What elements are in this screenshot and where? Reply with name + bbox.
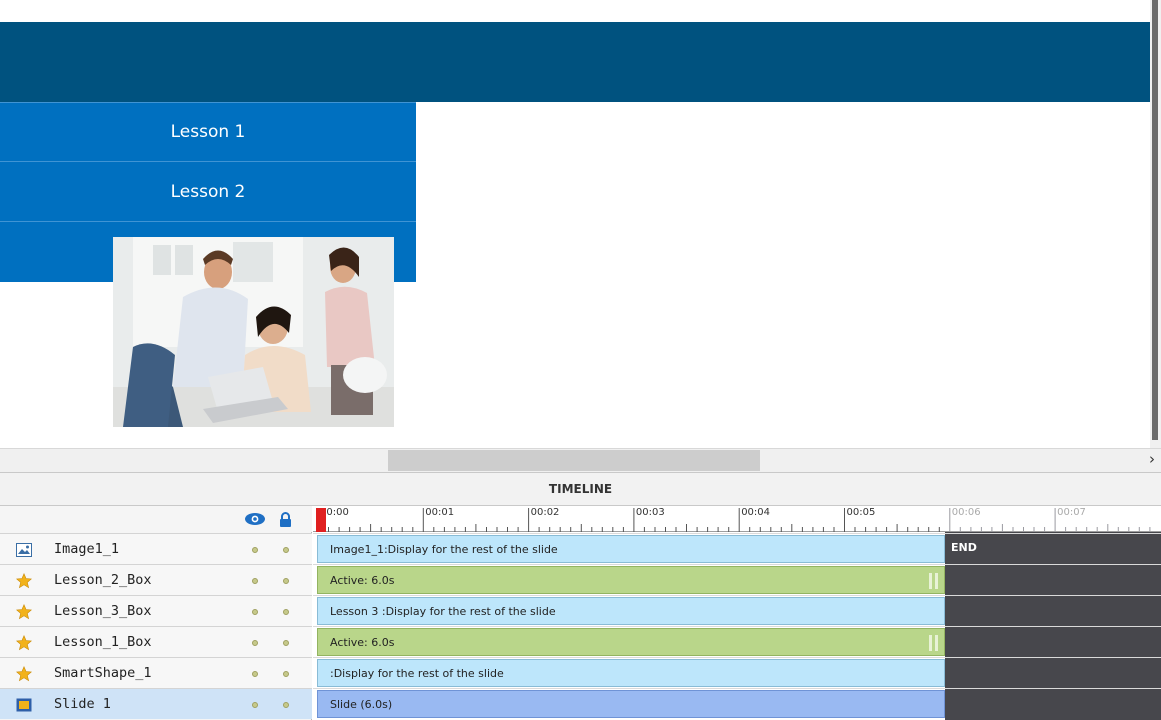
pause-handle-icon[interactable]: [929, 635, 938, 651]
layer-row[interactable]: Slide 1: [0, 688, 312, 719]
horizontal-scroll-thumb[interactable]: [388, 450, 760, 471]
timeline-bar[interactable]: Active: 6.0s: [317, 566, 945, 594]
layer-lock-toggle[interactable]: [283, 609, 289, 615]
office-team-photo[interactable]: [113, 237, 394, 427]
header-band[interactable]: [0, 22, 1150, 102]
layer-visibility-toggle[interactable]: [252, 702, 258, 708]
layer-visibility-toggle[interactable]: [252, 547, 258, 553]
timeline-track: Slide (6.0s): [313, 688, 1161, 719]
vertical-scroll-thumb[interactable]: [1152, 0, 1158, 440]
lesson-2-button[interactable]: Lesson 2: [0, 162, 416, 222]
star-icon: [15, 666, 33, 682]
timeline-track-area[interactable]: 00:00 00:01 00:02 00:03 00:04 00:05 00:06 00:07…: [313, 506, 1161, 720]
layer-name: Lesson_1_Box: [54, 634, 152, 650]
lock-icon[interactable]: [279, 512, 292, 527]
ruler-tick-label: 00:03: [635, 507, 665, 518]
horizontal-scrollbar[interactable]: ›: [0, 448, 1161, 472]
visibility-eye-icon[interactable]: [244, 512, 266, 526]
star-icon: [15, 573, 33, 589]
timeline-bar-label: :Display for the rest of the slide: [330, 667, 504, 680]
layer-name: SmartShape_1: [54, 665, 152, 681]
captivate-editor: Lesson 1 Lesson 2 › TIMELINE Image1_1 Le…: [0, 0, 1161, 720]
layer-visibility-toggle[interactable]: [252, 578, 258, 584]
timeline-track: Active: 6.0s: [313, 564, 1161, 595]
timeline-bar[interactable]: Active: 6.0s: [317, 628, 945, 656]
timeline-bar-label: Slide (6.0s): [330, 698, 393, 711]
layer-lock-toggle[interactable]: [283, 702, 289, 708]
star-icon: [15, 635, 33, 651]
layer-visibility-toggle[interactable]: [252, 609, 258, 615]
layer-visibility-toggle[interactable]: [252, 640, 258, 646]
ruler-tick-label: 00:02: [530, 507, 560, 518]
playhead[interactable]: [316, 508, 326, 532]
star-icon: [15, 604, 33, 620]
timeline-bar-label: Active: 6.0s: [330, 636, 395, 649]
timeline-bar-label: Active: 6.0s: [330, 574, 395, 587]
timeline-track: :Display for the rest of the slide: [313, 657, 1161, 688]
layer-row[interactable]: Lesson_1_Box: [0, 626, 312, 657]
office-team-illustration: [113, 237, 394, 427]
layer-list-header: [0, 506, 312, 532]
layer-row[interactable]: Lesson_3_Box: [0, 595, 312, 626]
ruler-tick-label: 00:01: [425, 507, 455, 518]
timeline-body: Image1_1 Lesson_2_Box Lesson_3_Box Lesson_1…: [0, 506, 1161, 720]
vertical-scrollbar[interactable]: [1150, 0, 1161, 448]
ruler-tick-label: 00:05: [846, 507, 876, 518]
layer-row[interactable]: Image1_1: [0, 533, 312, 564]
image-icon: [16, 542, 32, 558]
ruler-tick-label: 00:04: [741, 507, 771, 518]
lesson-1-button[interactable]: Lesson 1: [0, 102, 416, 162]
timeline-bar-label: Image1_1:Display for the rest of the sli…: [330, 543, 558, 556]
layer-name: Lesson_2_Box: [54, 572, 152, 588]
layer-lock-toggle[interactable]: [283, 578, 289, 584]
timeline-title: TIMELINE: [548, 482, 613, 496]
timeline-track: Image1_1:Display for the rest of the sli…: [313, 533, 1161, 564]
scroll-right-icon[interactable]: ›: [1149, 450, 1155, 468]
layer-list: Image1_1 Lesson_2_Box Lesson_3_Box Lesson_1…: [0, 506, 312, 720]
layer-lock-toggle[interactable]: [283, 547, 289, 553]
slide-icon: [16, 697, 32, 713]
layer-lock-toggle[interactable]: [283, 640, 289, 646]
layer-name: Image1_1: [54, 541, 120, 557]
layer-visibility-toggle[interactable]: [252, 671, 258, 677]
layer-name: Lesson_3_Box: [54, 603, 152, 619]
time-ruler[interactable]: 00:00 00:01 00:02 00:03 00:04 00:05 00:06 00:07: [313, 506, 1161, 532]
layer-lock-toggle[interactable]: [283, 671, 289, 677]
timeline-bar[interactable]: Image1_1:Display for the rest of the sli…: [317, 535, 945, 563]
layer-row[interactable]: Lesson_2_Box: [0, 564, 312, 595]
timeline-bar[interactable]: :Display for the rest of the slide: [317, 659, 945, 687]
timeline-bar[interactable]: Slide (6.0s): [317, 690, 945, 718]
ruler-tick-label: 00:07: [1057, 507, 1086, 518]
layer-row[interactable]: SmartShape_1: [0, 657, 312, 688]
ruler-tick-label: 00:06: [951, 507, 981, 518]
timeline-bar-label: Lesson 3 :Display for the rest of the sl…: [330, 605, 556, 618]
timeline-track: Lesson 3 :Display for the rest of the sl…: [313, 595, 1161, 626]
slide-stage: Lesson 1 Lesson 2: [0, 0, 1150, 448]
timeline-bar[interactable]: Lesson 3 :Display for the rest of the sl…: [317, 597, 945, 625]
pause-handle-icon[interactable]: [929, 573, 938, 589]
timeline-track: Active: 6.0s: [313, 626, 1161, 657]
layer-name: Slide 1: [54, 696, 111, 712]
timeline-panel-header: TIMELINE: [0, 472, 1161, 506]
end-label: END: [951, 541, 977, 554]
